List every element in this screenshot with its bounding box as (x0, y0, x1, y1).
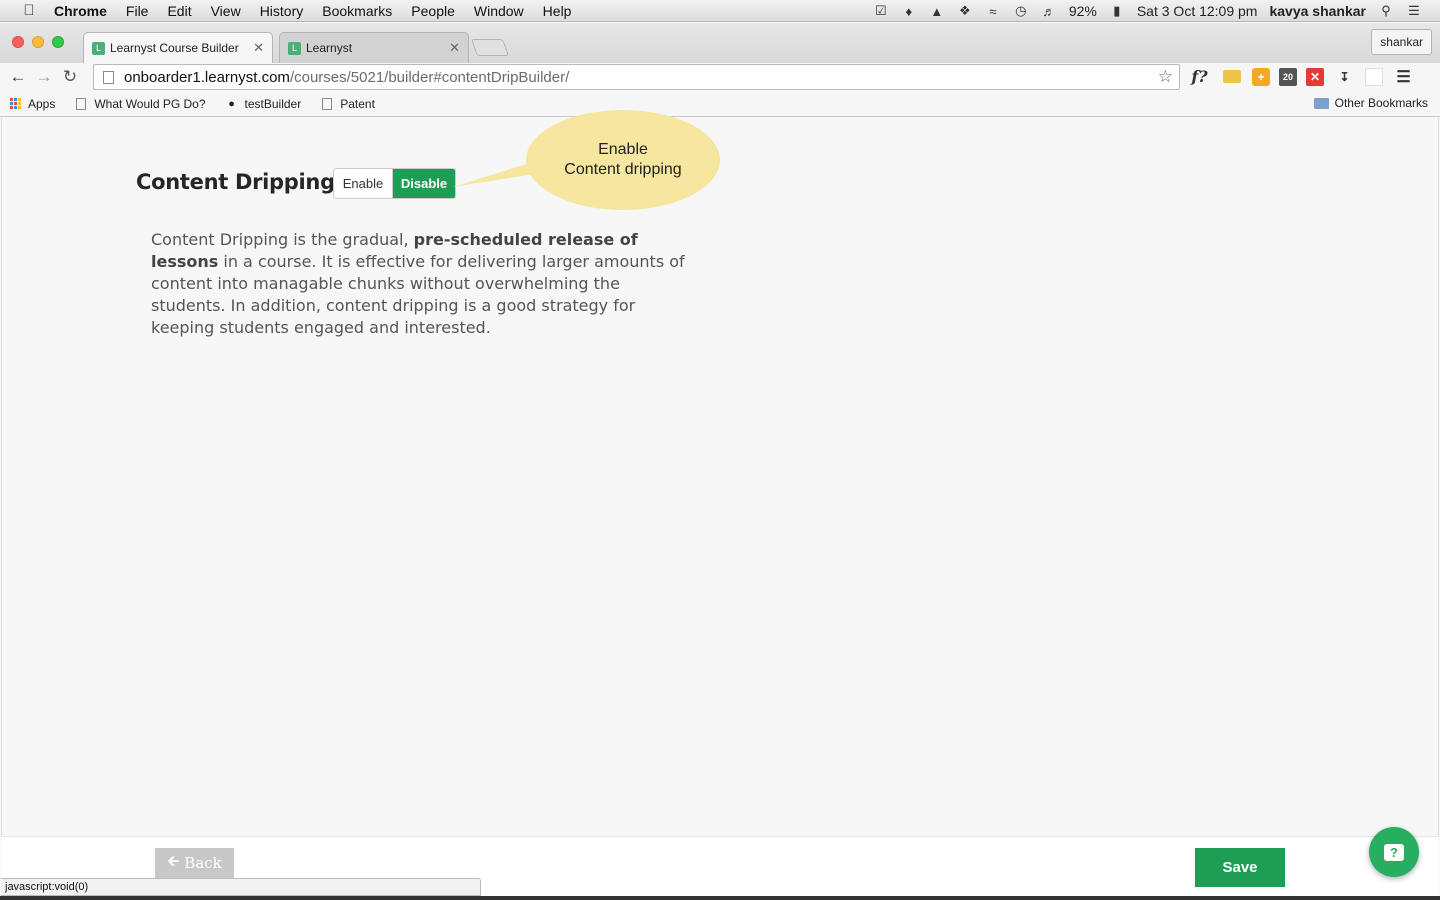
tab-title: Learnyst Course Builder (110, 41, 239, 55)
mac-menubar:  Chrome File Edit View History Bookmark… (0, 0, 1440, 22)
menubar-status-area: ☑ ♦ ▲ ❖ ≈ ◷ ♬ 92% ▮ Sat 3 Oct 12:09 pm k… (873, 0, 1422, 22)
download-extension-icon[interactable]: ↧ (1333, 65, 1356, 88)
time-machine-icon[interactable]: ◷ (1013, 3, 1029, 19)
page-title: Content Dripping (136, 170, 335, 194)
check-circle-icon[interactable]: ☑ (873, 3, 889, 19)
bookmark-testbuilder[interactable]: ● testBuilder (226, 96, 302, 111)
other-bookmarks[interactable]: Other Bookmarks (1313, 96, 1428, 110)
back-arrow-icon[interactable]: ← (5, 64, 31, 90)
browser-status-bar: javascript:void(0) (1, 878, 481, 896)
back-arrow-icon: 🡰 (167, 851, 185, 870)
menu-edit[interactable]: Edit (167, 3, 191, 19)
callout-text: Enable Content dripping (525, 140, 721, 180)
new-tab-button[interactable] (470, 39, 510, 56)
drive-icon[interactable]: ▲ (929, 3, 945, 19)
spotlight-search-icon[interactable]: ⚲ (1378, 3, 1394, 19)
wifi-icon[interactable]: ≈ (985, 3, 1001, 19)
back-label: Back (184, 854, 222, 872)
enable-button[interactable]: Enable (334, 169, 393, 198)
callout-line-1: Enable (598, 141, 648, 158)
save-button[interactable]: Save (1195, 848, 1285, 887)
tab-title: Learnyst (306, 41, 353, 55)
document-icon (321, 97, 333, 110)
back-button[interactable]: 🡰 Back (155, 848, 234, 878)
bookmark-label: Patent (340, 96, 375, 111)
window-minimize-button[interactable] (32, 36, 44, 48)
volume-icon[interactable]: ♬ (1041, 3, 1057, 19)
dropbox-icon[interactable]: ❖ (957, 3, 973, 19)
content-drip-toggle: Enable Disable (333, 168, 456, 199)
other-bookmarks-label: Other Bookmarks (1334, 96, 1428, 110)
counter-extension-icon[interactable]: 20 (1279, 67, 1297, 86)
plus-extension-icon[interactable]: + (1252, 67, 1270, 86)
menubar-datetime[interactable]: Sat 3 Oct 12:09 pm (1137, 3, 1258, 19)
url-host: onboarder1.learnyst.com (124, 68, 290, 86)
menu-bookmarks[interactable]: Bookmarks (322, 3, 392, 19)
menu-history[interactable]: History (260, 3, 304, 19)
ruler-icon (1222, 70, 1241, 83)
apple-icon[interactable]:  (18, 2, 40, 19)
bookmark-label: What Would PG Do? (94, 96, 206, 111)
extension-icons: f? + 20 ✕ ↧ ☰ (1188, 65, 1415, 88)
reload-icon[interactable]: ↻ (57, 64, 83, 90)
window-bottom-edge (0, 896, 1440, 900)
bookmark-apps[interactable]: Apps (9, 97, 55, 111)
learnyst-favicon-icon: L (288, 41, 301, 55)
address-bar[interactable]: onboarder1.learnyst.com/courses/5021/bui… (93, 64, 1180, 90)
close-extension-icon[interactable]: ✕ (1306, 67, 1324, 86)
menu-window[interactable]: Window (474, 3, 524, 19)
menu-file[interactable]: File (126, 3, 149, 19)
description-text-start: Content Dripping is the gradual, (151, 230, 414, 249)
blank-extension-icon[interactable] (1365, 67, 1383, 86)
browser-tabstrip: L Learnyst Course Builder ✕ L Learnyst ✕… (0, 23, 1440, 63)
callout-line-2: Content dripping (564, 161, 682, 178)
callout-tooltip: Enable Content dripping (453, 109, 721, 211)
forward-arrow-icon[interactable]: → (31, 64, 57, 90)
document-icon (75, 97, 87, 110)
ruler-extension-icon[interactable] (1220, 65, 1243, 88)
url-path: /courses/5021/builder#contentDripBuilder… (289, 68, 570, 86)
bookmark-label: testBuilder (244, 96, 302, 111)
battery-icon[interactable]: ▮ (1109, 3, 1125, 19)
help-chat-icon: ? (1384, 843, 1404, 861)
bell-icon[interactable]: ♦ (901, 3, 917, 19)
description-text-end: in a course. It is effective for deliver… (151, 252, 685, 337)
bookmark-star-icon[interactable]: ☆ (1158, 67, 1173, 87)
formula-extension-icon[interactable]: f? (1188, 65, 1211, 88)
tab-learnyst[interactable]: L Learnyst ✕ (279, 32, 469, 63)
apps-grid-icon (9, 97, 21, 110)
menu-app-chrome[interactable]: Chrome (54, 3, 107, 19)
chrome-menu-icon[interactable]: ☰ (1392, 65, 1415, 88)
menu-people[interactable]: People (411, 3, 455, 19)
menu-help[interactable]: Help (543, 3, 572, 19)
window-zoom-button[interactable] (52, 36, 64, 48)
bookmark-label: Apps (28, 96, 56, 111)
help-chat-button[interactable]: ? (1369, 827, 1419, 877)
bookmark-what-would-pg-do[interactable]: What Would PG Do? (75, 96, 206, 111)
menu-view[interactable]: View (211, 3, 241, 19)
content-drip-builder-page: Content Dripping Enable Disable Enable C… (1, 110, 1439, 836)
browser-toolbar: ← → ↻ onboarder1.learnyst.com/courses/50… (0, 63, 1440, 91)
learnyst-favicon-icon: L (92, 41, 105, 55)
disable-button[interactable]: Disable (393, 169, 455, 198)
tab-close-icon[interactable]: ✕ (449, 40, 460, 56)
folder-icon (1313, 97, 1329, 109)
profile-button[interactable]: shankar (1371, 29, 1432, 55)
tab-learnyst-course-builder[interactable]: L Learnyst Course Builder ✕ (83, 32, 273, 63)
battery-percent[interactable]: 92% (1069, 3, 1097, 19)
menubar-user[interactable]: kavya shankar (1269, 3, 1366, 19)
spy-hat-icon: ● (228, 97, 235, 110)
content-drip-description: Content Dripping is the gradual, pre-sch… (151, 229, 696, 339)
page-icon (103, 70, 114, 84)
window-close-button[interactable] (12, 36, 24, 48)
notification-center-icon[interactable]: ☰ (1406, 3, 1422, 19)
tab-close-icon[interactable]: ✕ (253, 40, 264, 56)
bookmark-patent[interactable]: Patent (321, 97, 375, 111)
